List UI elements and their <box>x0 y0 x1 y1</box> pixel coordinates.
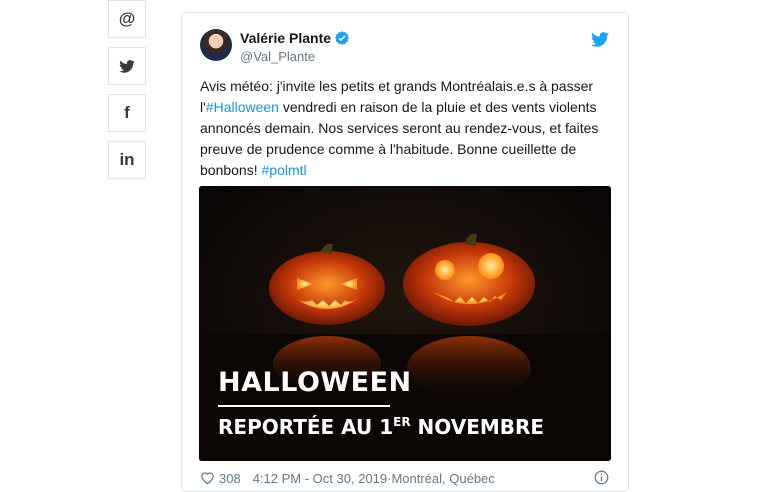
share-email-button[interactable]: @ <box>108 0 146 38</box>
info-icon[interactable] <box>594 470 609 485</box>
twitter-icon <box>119 59 135 73</box>
email-icon: @ <box>118 9 136 28</box>
media-title: HALLOWEEN <box>218 367 412 398</box>
hashtag-link-halloween[interactable]: #Halloween <box>206 99 279 115</box>
verified-icon <box>335 31 350 45</box>
like-count[interactable]: 308 <box>219 471 241 486</box>
author-name[interactable]: Valérie Plante <box>240 30 331 46</box>
hashtag-link-polmtl[interactable]: #polmtl <box>262 162 307 178</box>
share-linkedin-button[interactable]: in <box>108 141 146 179</box>
tweet-media-image[interactable]: HALLOWEEN REPORTÉE AU 1ER NOVEMBRE <box>199 186 611 461</box>
tweet-footer: 308 4:12 PM - Oct 30, 2019 · Montréal, Q… <box>200 469 495 487</box>
media-subtitle-superscript: ER <box>393 415 411 429</box>
media-subtitle-prefix: REPORTÉE AU 1 <box>218 415 394 439</box>
heart-icon[interactable] <box>200 471 215 485</box>
avatar[interactable] <box>200 29 232 61</box>
author-row: Valérie Plante <box>240 30 350 46</box>
twitter-logo-icon[interactable] <box>591 32 609 47</box>
share-twitter-button[interactable] <box>108 47 146 85</box>
share-facebook-button[interactable]: f <box>108 94 146 132</box>
embedded-tweet[interactable]: Valérie Plante @Val_Plante Avis météo: j… <box>181 12 629 492</box>
facebook-icon: f <box>124 103 130 122</box>
media-subtitle: REPORTÉE AU 1ER NOVEMBRE <box>218 415 544 439</box>
tweet-timestamp[interactable]: 4:12 PM - Oct 30, 2019 <box>253 471 387 486</box>
author-handle[interactable]: @Val_Plante <box>240 49 315 64</box>
linkedin-icon: in <box>119 150 135 169</box>
media-divider <box>218 405 390 407</box>
tweet-location[interactable]: Montréal, Québec <box>391 471 494 486</box>
tweet-text: Avis météo: j'invite les petits et grand… <box>200 76 612 181</box>
media-subtitle-suffix: NOVEMBRE <box>410 415 545 439</box>
